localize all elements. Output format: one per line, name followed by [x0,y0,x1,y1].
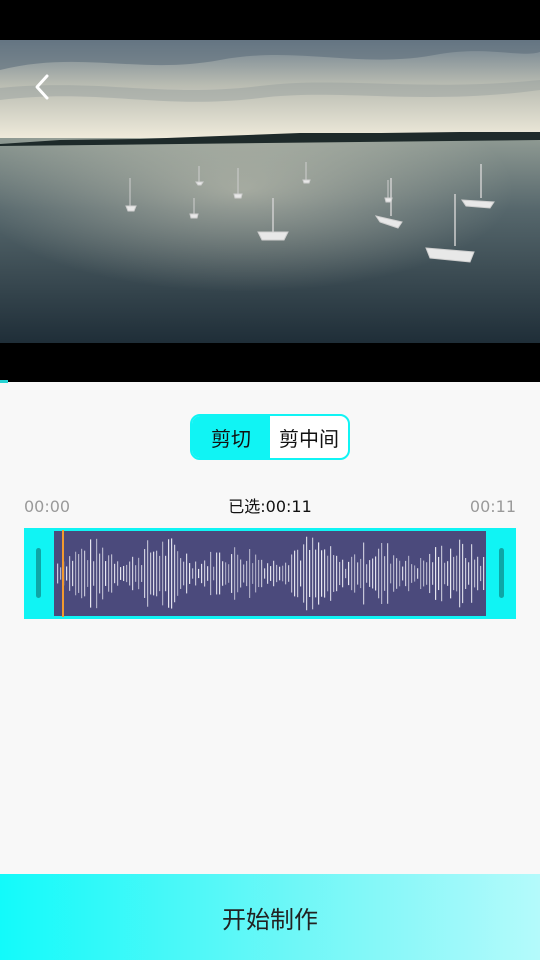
selected-duration-label: 已选:00:11 [228,497,312,516]
trim-handle-left[interactable] [36,548,41,598]
waveform-trimmer[interactable] [24,528,516,619]
tab-cut-middle[interactable]: 剪中间 [270,416,348,458]
video-frame [0,40,540,343]
mode-toggle: 剪切 剪中间 [190,414,350,460]
waveform-graphic [57,536,485,611]
chevron-left-icon [35,74,49,100]
video-letterbox-bottom [0,343,540,382]
end-time-label: 00:11 [469,497,516,516]
tab-cut[interactable]: 剪切 [192,416,270,458]
trim-handle-right[interactable] [499,548,504,598]
timeline-labels: 00:00 已选:00:11 00:11 [24,496,516,520]
playhead-marker[interactable] [62,530,64,617]
back-button[interactable] [26,70,60,104]
status-bar-area [0,0,540,40]
video-progress-bar [0,380,8,383]
video-preview[interactable] [0,40,540,343]
start-time-label: 00:00 [24,497,71,516]
waveform-selection[interactable] [54,531,486,616]
start-making-button[interactable]: 开始制作 [0,874,540,960]
